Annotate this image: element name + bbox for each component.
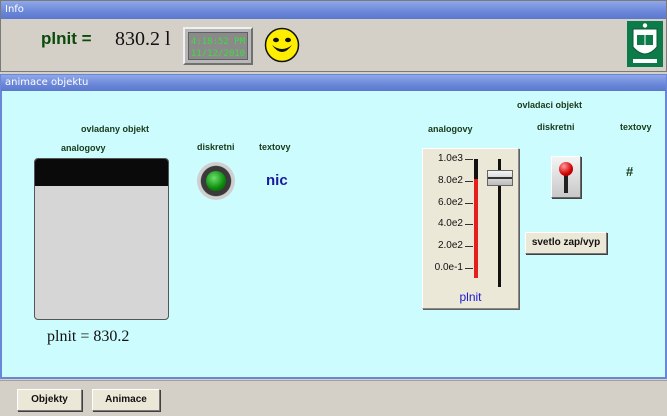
slider-tick-label: 1.0e3 (437, 153, 463, 164)
plnit-label: plnit = (41, 29, 92, 48)
level-bar-fill (474, 179, 478, 278)
discrete-lamp-indicator (197, 162, 235, 200)
textovy-label-right: textovy (620, 122, 652, 132)
slider-tick-label: 0.0e-1 (434, 262, 463, 273)
slider-tick-label: 6.0e2 (437, 196, 463, 208)
objekty-button[interactable]: Objekty (17, 389, 82, 411)
slider-tick-label: 2.0e2 (437, 240, 463, 252)
ovladany-objekt-heading: ovladany objekt (81, 124, 150, 134)
info-window: Info plnit = 830.2 l 4:18:52 PM 11/12/20… (0, 0, 667, 72)
slider-tick (465, 224, 473, 226)
animace-body: ovladany objekt analogovy diskretni text… (2, 92, 665, 377)
clock-display: 4:18:52 PM 11/12/2010 (183, 27, 253, 65)
analogovy-label-left: analogovy (61, 143, 106, 153)
slider-tick-label: 4.0e2 (437, 218, 463, 230)
tank-caption: plnit = 830.2 (47, 328, 130, 345)
analogovy-label-right: analogovy (428, 124, 473, 134)
plnit-value: 830.2 l (115, 28, 171, 50)
smiley-icon (264, 27, 300, 63)
toggle-knob (559, 162, 573, 176)
clock-time: 4:18:52 PM (190, 37, 246, 47)
animace-button[interactable]: Animace (92, 389, 160, 411)
clock-date: 11/12/2010 (190, 49, 246, 59)
analog-slider-panel: plnit 1.0e3 8.0e2 6.0e2 4.0e2 2.0e2 0.0e-1 (422, 148, 519, 309)
slider-tick-label: 8.0e2 (437, 174, 463, 186)
slider-tick (465, 202, 473, 204)
textovy-label-left: textovy (259, 142, 291, 152)
info-titlebar: Info (1, 1, 666, 19)
ovladaci-objekt-heading: ovladaci objekt (517, 100, 583, 110)
slider-tick (465, 246, 473, 248)
toggle-stem (564, 173, 568, 193)
light-toggle-switch[interactable] (551, 156, 581, 198)
text-output-left: nic (266, 172, 288, 189)
animace-titlebar: animace objektu (1, 75, 666, 91)
text-output-right: # (626, 164, 634, 179)
light-toggle-button[interactable]: svetlo zap/vyp (525, 232, 607, 254)
slider-caption: plnit (459, 290, 482, 304)
level-bar-track (474, 159, 478, 278)
animace-window: animace objektu ovladany objekt analogov… (0, 74, 667, 379)
tank-level-fill (35, 159, 168, 187)
slider-tick (465, 268, 473, 269)
tank-indicator (34, 158, 169, 320)
slider-tick (465, 159, 473, 160)
slider-thumb[interactable] (487, 169, 513, 186)
slider-tick (465, 180, 473, 182)
diskretni-label-right: diskretni (537, 122, 575, 132)
university-crest-icon (627, 21, 663, 67)
diskretni-label-left: diskretni (197, 142, 235, 152)
bottom-toolbar: Objekty Animace (0, 380, 667, 416)
